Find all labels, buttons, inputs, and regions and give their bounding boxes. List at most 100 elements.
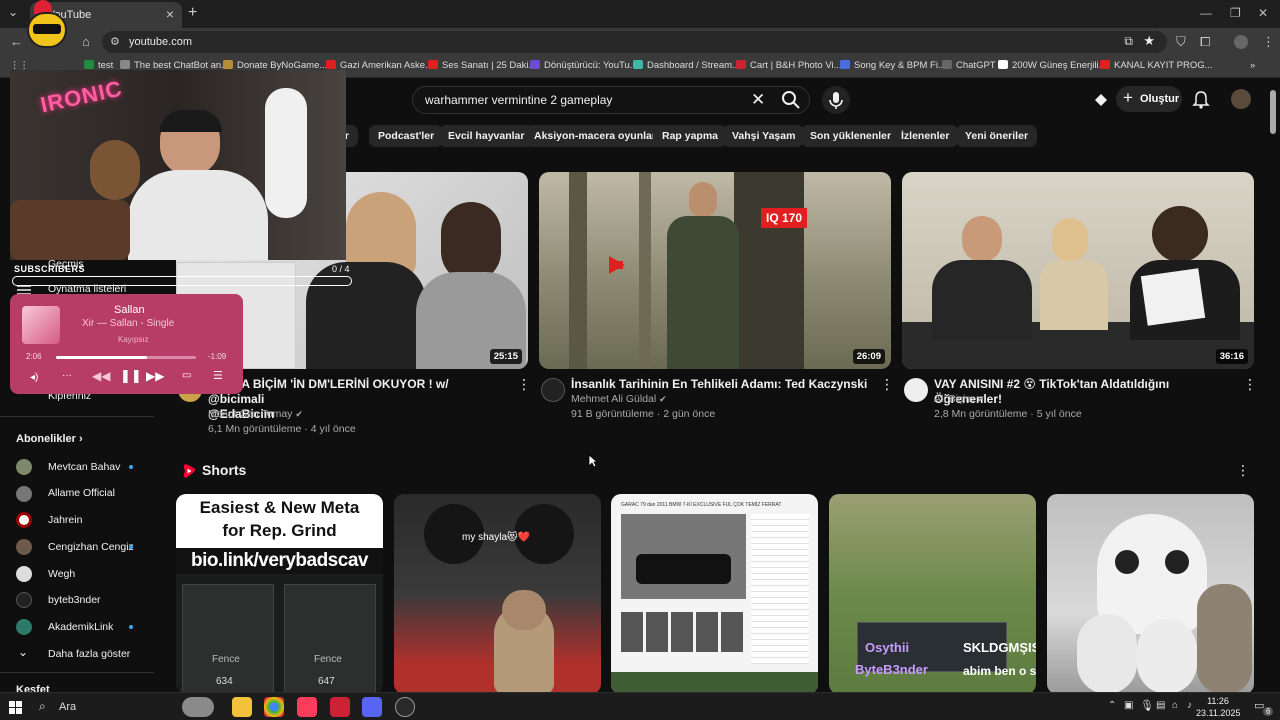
date: 23.11.2025	[1196, 708, 1241, 718]
short-card[interactable]: Osythii SKLDGMŞISOLKIMHŞSILOIEH ByteB3nd…	[829, 494, 1036, 692]
short-card[interactable]	[1047, 494, 1254, 692]
subscriptions-heading[interactable]: Abonelikler ›	[16, 433, 83, 445]
video-thumbnail[interactable]: IQ 170 26:09	[539, 172, 891, 369]
create-button[interactable]: + Oluştur	[1116, 86, 1182, 112]
tray-overflow-icon[interactable]: ⌃	[1108, 700, 1116, 711]
back-icon[interactable]: ←	[10, 34, 23, 49]
address-bar[interactable]: ⚙ youtube.com ⧉ ★	[102, 31, 1167, 53]
video-thumbnail[interactable]: 36:16	[902, 172, 1254, 369]
chip-filter[interactable]: Evcil hayvanlar	[439, 125, 534, 147]
tray-app-icon[interactable]: ▣	[1124, 700, 1133, 711]
sidebar-item-subscription[interactable]: byteb3nder	[48, 594, 101, 606]
bookmark-item[interactable]: ChatGPT	[942, 60, 996, 71]
close-tab-icon[interactable]: ×	[166, 6, 174, 22]
profile-avatar[interactable]	[1234, 35, 1248, 49]
channel-name[interactable]: Ali Biçim ✔	[934, 392, 985, 407]
search-icon[interactable]	[778, 88, 804, 112]
cast-icon[interactable]	[1092, 91, 1110, 109]
progress-track[interactable]	[56, 356, 196, 359]
more-actions-icon[interactable]: ⋮	[517, 376, 531, 393]
sidebar-item-subscription[interactable]: Cengizhan Cengiz	[48, 541, 134, 553]
more-bookmarks-icon[interactable]: »	[1250, 60, 1255, 71]
scrollbar-thumb[interactable]	[1270, 90, 1276, 134]
queue-icon[interactable]: ☰	[213, 369, 223, 382]
voice-search-button[interactable]	[822, 86, 850, 114]
chip-filter[interactable]: Yeni öneriler	[956, 125, 1038, 147]
time: 11:26	[1207, 696, 1229, 706]
music-app-icon[interactable]	[297, 697, 317, 717]
bookmark-star-icon[interactable]: ★	[1143, 33, 1155, 49]
tray-app-icon[interactable]: ▤	[1156, 700, 1165, 711]
live-indicator	[129, 465, 133, 469]
network-icon[interactable]: ⌂	[1172, 700, 1178, 711]
voicemod-icon[interactable]	[330, 697, 350, 717]
short-card[interactable]: Easiest & New Meta for Rep. Grind bio.li…	[176, 494, 383, 692]
chip-filter[interactable]: Son yüklenenler	[801, 125, 901, 147]
new-tab-icon[interactable]: +	[188, 4, 197, 22]
tab-list-icon[interactable]: ⌄	[8, 5, 18, 19]
short-card[interactable]: my shayla😻❤️	[394, 494, 601, 692]
avatar[interactable]	[1231, 89, 1251, 109]
lyrics-icon[interactable]: ▭	[182, 370, 191, 381]
channel-name[interactable]: Mesut Can Tomay ✔	[208, 407, 303, 422]
search-input[interactable]: warhammer vermintine 2 gameplay ✕	[412, 86, 810, 114]
show-more-button[interactable]: Daha fazla göster	[48, 648, 130, 660]
more-actions-icon[interactable]: ⋮	[1236, 462, 1250, 479]
bookmark-item[interactable]: KANAL KAYIT PROG...	[1100, 60, 1213, 71]
bookmark-item[interactable]: 200W Güneş Enerjili...	[998, 60, 1107, 71]
clear-search-icon[interactable]: ✕	[751, 90, 765, 110]
channel-avatar[interactable]	[904, 378, 928, 402]
video-duration: 25:15	[489, 349, 522, 364]
sidebar-item-subscription[interactable]: Allame Official	[48, 487, 115, 499]
chevron-down-icon: ⌄	[18, 645, 29, 659]
chip-filter[interactable]: Aksiyon-macera oyunları	[525, 125, 668, 147]
chrome-icon[interactable]	[264, 697, 284, 717]
channel-name[interactable]: Mehmet Ali Güldal ✔	[571, 392, 667, 407]
chip-filter[interactable]: Rap yapma	[653, 125, 728, 147]
chip-filter[interactable]: İzlenenler	[892, 125, 959, 147]
channel-avatar[interactable]	[541, 378, 565, 402]
clock[interactable]: 11:26 23.11.2025	[1196, 695, 1240, 719]
minimize-icon[interactable]: —	[1200, 6, 1212, 20]
cast-icon[interactable]: ⧉	[1124, 34, 1133, 49]
file-explorer-icon[interactable]	[232, 697, 252, 717]
elapsed-time: 2:06	[26, 352, 42, 361]
sidebar-item-subscription[interactable]: Jahrein	[48, 514, 82, 526]
item-value: 634	[216, 676, 233, 687]
chip-filter[interactable]: Vahşi Yaşam	[723, 125, 805, 147]
next-track-icon[interactable]: ▶▶	[146, 369, 164, 383]
more-actions-icon[interactable]: ⋮	[1243, 376, 1257, 393]
sidebar-item-subscription[interactable]: AkademikLink	[48, 621, 113, 633]
discord-icon[interactable]	[362, 697, 382, 717]
mic-icon[interactable]: 🎙	[1140, 699, 1154, 712]
previous-track-icon[interactable]: ◀◀	[92, 369, 110, 383]
bookmark-item[interactable]: Cart | B&H Photo Vi...	[736, 60, 842, 71]
chip-filter[interactable]: Podcast'ler	[369, 125, 444, 147]
obs-icon[interactable]	[395, 697, 415, 717]
taskbar-search[interactable]: Ara	[59, 701, 76, 713]
extensions-icon[interactable]: ⧠	[1200, 34, 1210, 50]
more-actions-icon[interactable]: ⋮	[880, 376, 894, 393]
bell-icon[interactable]	[1192, 90, 1210, 110]
bookmark-item[interactable]: Song Key & BPM Fi...	[840, 60, 946, 71]
pause-icon[interactable]: ❚❚	[120, 368, 142, 384]
explore-heading: Keşfet	[16, 684, 50, 692]
windows-start-icon[interactable]	[9, 701, 22, 714]
bookmark-item[interactable]: Dashboard / Stream...	[633, 60, 740, 71]
home-icon[interactable]: ⌂	[82, 34, 90, 49]
bookmark-item[interactable]: Dönüştürücü: YouTu...	[530, 60, 638, 71]
sidebar-item-subscription[interactable]: Wegh	[48, 568, 75, 580]
bookmark-item[interactable]: Ses Sanatı | 25 Daki...	[428, 60, 536, 71]
sidebar-item-subscription[interactable]: Mevtcan Bahav	[48, 461, 120, 473]
site-info-icon[interactable]: ⚙	[110, 35, 120, 48]
menu-icon[interactable]: ⋮	[1262, 34, 1275, 50]
volume-icon[interactable]: ◂)	[30, 372, 38, 383]
search-highlight-icon[interactable]	[182, 697, 214, 717]
close-window-icon[interactable]: ✕	[1258, 6, 1268, 20]
short-card[interactable]: GARAC 79 dan 2011 BMW 7-Kİ EXCLUSIVE FUL…	[611, 494, 818, 692]
video-title[interactable]: İnsanlık Tarihinin En Tehlikeli Adamı: T…	[571, 377, 871, 392]
shield-icon[interactable]: ⛉	[1176, 34, 1186, 50]
more-options-icon[interactable]: ···	[62, 370, 72, 381]
maximize-icon[interactable]: ❐	[1230, 6, 1241, 20]
volume-icon[interactable]: ♪	[1187, 700, 1192, 711]
